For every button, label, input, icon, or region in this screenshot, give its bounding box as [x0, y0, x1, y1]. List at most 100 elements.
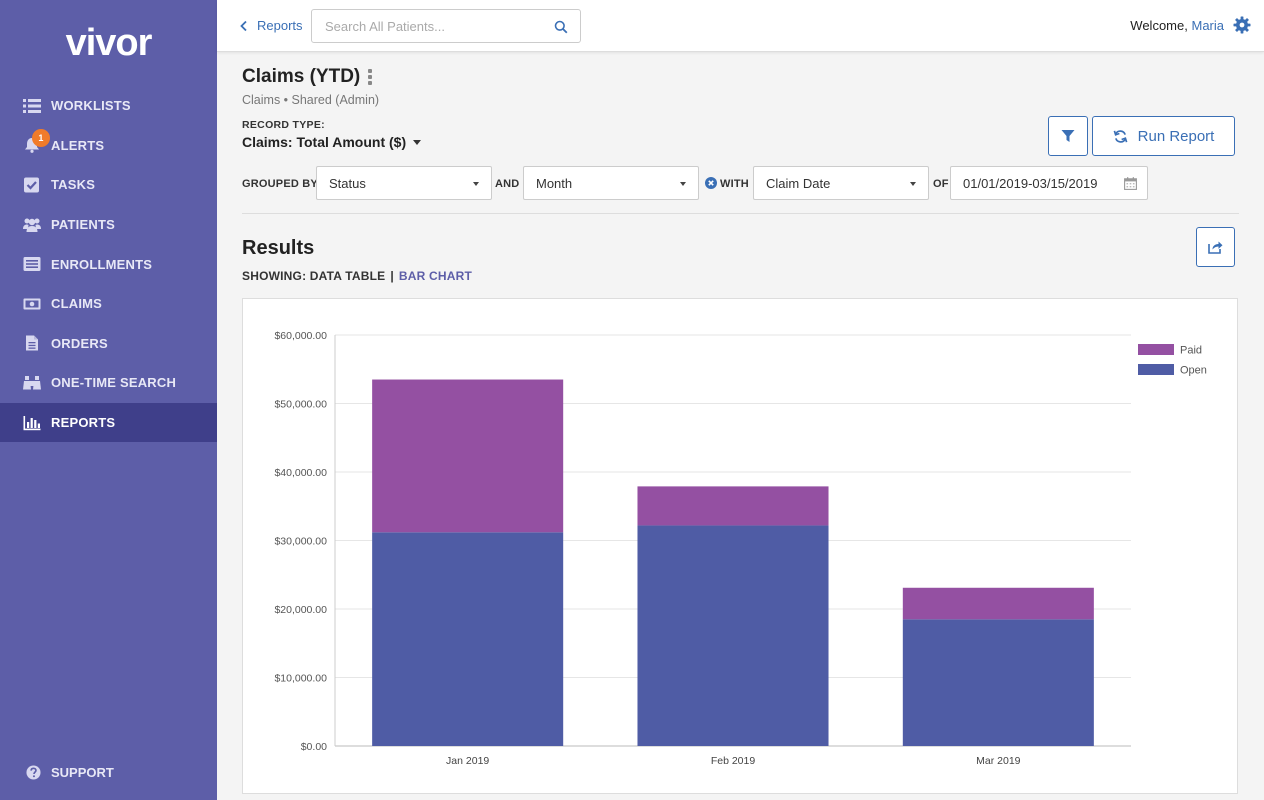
- y-tick-label: $0.00: [301, 741, 327, 753]
- more-options-icon[interactable]: [368, 69, 374, 85]
- view-separator: |: [390, 269, 394, 283]
- y-tick-label: $20,000.00: [274, 604, 327, 616]
- sidebar-item-tasks[interactable]: TASKS: [0, 165, 217, 205]
- app-logo[interactable]: vivor: [0, 22, 217, 65]
- and-select[interactable]: Month: [523, 166, 699, 200]
- calendar-icon[interactable]: [1124, 177, 1137, 190]
- export-button[interactable]: [1196, 227, 1235, 267]
- bar-open: [637, 525, 829, 746]
- stacked-bar-chart: $0.00 $10,000.00 $20,000.00 $30,000.00 $40,0…: [274, 330, 1207, 767]
- section-divider: [242, 213, 1239, 214]
- sidebar-item-label: PATIENTS: [51, 217, 115, 233]
- sidebar-item-worklists[interactable]: WORKLISTS: [0, 86, 217, 126]
- card-list-icon: [22, 256, 41, 272]
- user-name-link[interactable]: Maria: [1191, 18, 1224, 33]
- legend-label-open: Open: [1180, 365, 1207, 377]
- grouped-by-select[interactable]: Status: [316, 166, 492, 200]
- grouped-by-value: Status: [329, 175, 366, 191]
- caret-down-icon: [910, 182, 916, 186]
- top-bar: Reports Welcome, Maria: [217, 0, 1264, 52]
- back-link-label: Reports: [257, 18, 303, 33]
- share-icon: [1208, 241, 1223, 254]
- support-label: SUPPORT: [51, 764, 114, 780]
- grouping-filter-row: GROUPED BY Status AND Month WITH Claim D…: [242, 166, 1239, 200]
- document-icon: [22, 335, 41, 351]
- bar-chart-panel: $0.00 $10,000.00 $20,000.00 $30,000.00 $40,0…: [242, 298, 1238, 794]
- bar-open: [902, 619, 1094, 746]
- checkbox-icon: [22, 177, 41, 193]
- report-subtitle: Claims • Shared (Admin): [242, 93, 380, 107]
- patient-search: [311, 9, 581, 43]
- title-row: Claims (YTD): [242, 66, 374, 88]
- sidebar-item-label: ONE-TIME SEARCH: [51, 375, 177, 391]
- view-toggle: SHOWING: DATA TABLE | BAR CHART: [242, 269, 472, 283]
- y-tick-label: $60,000.00: [274, 330, 327, 342]
- welcome-prefix: Welcome,: [1130, 18, 1188, 33]
- record-type-dropdown[interactable]: Claims: Total Amount ($): [242, 134, 422, 150]
- caret-down-icon: [680, 182, 686, 186]
- legend-swatch-paid: [1138, 344, 1174, 355]
- date-range-field[interactable]: 01/01/2019-03/15/2019: [950, 166, 1148, 200]
- sidebar-item-label: REPORTS: [51, 415, 116, 431]
- run-report-label: Run Report: [1137, 127, 1215, 145]
- sidebar-item-reports[interactable]: REPORTS: [0, 402, 217, 443]
- sidebar-item-label: WORKLISTS: [51, 98, 131, 114]
- bar-paid: [372, 379, 564, 533]
- sidebar-item-enrollments[interactable]: ENROLLMENTS: [0, 244, 217, 284]
- x-tick-label: Mar 2019: [976, 755, 1021, 767]
- help-icon: [24, 764, 43, 780]
- sidebar-item-one-time-search[interactable]: ONE-TIME SEARCH: [0, 363, 217, 403]
- bar-paid: [637, 486, 829, 526]
- with-value: Claim Date: [766, 175, 831, 191]
- sidebar-item-label: TASKS: [51, 177, 96, 193]
- refresh-icon: [1113, 129, 1128, 143]
- alerts-badge: 1: [32, 128, 50, 147]
- sidebar-item-label: ALERTS: [51, 137, 105, 153]
- sidebar-item-orders[interactable]: ORDERS: [0, 324, 217, 364]
- list-icon: [22, 98, 41, 114]
- sidebar-item-label: CLAIMS: [51, 296, 103, 312]
- run-report-button[interactable]: Run Report: [1092, 116, 1235, 156]
- sidebar: vivor WORKLISTS 1 ALERTS TASKS PATIENTS: [0, 0, 217, 800]
- gear-icon[interactable]: [1233, 16, 1251, 34]
- bar-paid: [902, 587, 1094, 620]
- sidebar-item-label: ENROLLMENTS: [51, 256, 153, 272]
- bar-chart-link[interactable]: BAR CHART: [399, 269, 472, 283]
- x-tick-label: Jan 2019: [446, 755, 489, 767]
- sidebar-item-alerts[interactable]: 1 ALERTS: [0, 126, 217, 166]
- search-icon[interactable]: [554, 20, 568, 34]
- and-value: Month: [536, 175, 573, 191]
- support-link[interactable]: SUPPORT: [24, 764, 114, 780]
- of-label: OF: [933, 178, 949, 190]
- back-to-reports-link[interactable]: Reports: [239, 18, 303, 33]
- search-input[interactable]: [312, 10, 542, 42]
- y-tick-label: $10,000.00: [274, 673, 327, 685]
- chevron-left-icon: [240, 20, 247, 31]
- remove-grouping-icon[interactable]: [705, 177, 717, 189]
- grouped-by-label: GROUPED BY: [242, 178, 318, 190]
- caret-down-icon: [473, 182, 479, 186]
- x-tick-label: Feb 2019: [711, 755, 756, 767]
- users-icon: [22, 217, 41, 233]
- sidebar-item-claims[interactable]: CLAIMS: [0, 284, 217, 324]
- record-type-value: Claims: Total Amount ($): [242, 134, 407, 150]
- sidebar-item-patients[interactable]: PATIENTS: [0, 205, 217, 245]
- binoculars-icon: [22, 375, 41, 391]
- with-select[interactable]: Claim Date: [753, 166, 929, 200]
- data-table-link[interactable]: SHOWING: DATA TABLE: [242, 269, 385, 283]
- record-type-label: RECORD TYPE:: [242, 119, 325, 131]
- bar-chart-icon: [22, 415, 41, 431]
- y-tick-label: $50,000.00: [274, 399, 327, 411]
- y-tick-label: $40,000.00: [274, 467, 327, 479]
- legend-swatch-open: [1138, 364, 1174, 375]
- with-label: WITH: [720, 178, 749, 190]
- sidebar-nav: WORKLISTS 1 ALERTS TASKS PATIENTS ENROLL…: [0, 86, 217, 443]
- and-label: AND: [495, 178, 520, 190]
- filter-icon: [1061, 130, 1075, 142]
- page-title: Claims (YTD): [242, 66, 361, 87]
- bar-open: [372, 532, 564, 746]
- filter-button[interactable]: [1048, 116, 1088, 156]
- y-tick-label: $30,000.00: [274, 536, 327, 548]
- date-range-value: 01/01/2019-03/15/2019: [963, 175, 1098, 191]
- legend-label-paid: Paid: [1180, 345, 1202, 357]
